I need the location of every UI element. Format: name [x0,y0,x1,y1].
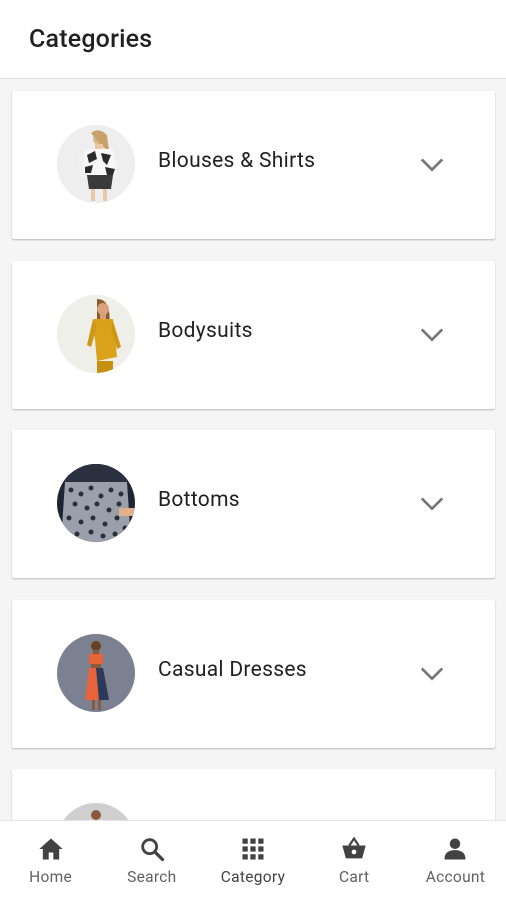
nav-label-category: Category [220,868,286,886]
chevron-down-icon[interactable] [418,321,446,349]
page-title: Categories [29,24,153,54]
category-thumbnail-partial [57,803,135,820]
category-card-bottoms[interactable]: Bottoms [12,430,495,578]
nav-item-home[interactable]: Home [0,821,101,900]
nav-label-cart: Cart [339,868,370,886]
nav-item-category[interactable]: Category [202,821,303,900]
chevron-down-icon[interactable] [418,151,446,179]
bottom-navigation: Home Search Category Cart Account [0,820,506,900]
person-icon [441,835,469,863]
category-thumbnail-blouses-shirts [57,125,135,203]
home-icon [37,835,65,863]
category-label: Blouses & Shirts [158,149,316,173]
nav-item-cart[interactable]: Cart [304,821,405,900]
grid-icon [239,835,267,863]
category-card-casual-dresses[interactable]: Casual Dresses [12,600,495,748]
app-screen: Categories Blouses & Shirts Bodysuits Bo… [0,0,506,900]
category-label: Bottoms [158,488,240,512]
search-icon [138,835,166,863]
chevron-down-icon[interactable] [418,660,446,688]
category-label: Casual Dresses [158,658,307,682]
category-thumbnail-bodysuits [57,295,135,373]
category-card-bodysuits[interactable]: Bodysuits [12,261,495,409]
app-bar: Categories [0,0,506,79]
basket-icon [340,835,368,863]
nav-label-account: Account [425,868,486,886]
nav-label-home: Home [29,868,73,886]
category-card-blouses-shirts[interactable]: Blouses & Shirts [12,91,495,239]
category-thumbnail-bottoms [57,464,135,542]
nav-item-search[interactable]: Search [101,821,202,900]
category-list[interactable]: Blouses & Shirts Bodysuits Bottoms Casua… [0,80,506,820]
nav-item-account[interactable]: Account [405,821,506,900]
category-label: Bodysuits [158,319,253,343]
nav-label-search: Search [127,868,177,886]
category-card-partial[interactable] [12,769,495,820]
chevron-down-icon[interactable] [418,490,446,518]
category-thumbnail-casual-dresses [57,634,135,712]
